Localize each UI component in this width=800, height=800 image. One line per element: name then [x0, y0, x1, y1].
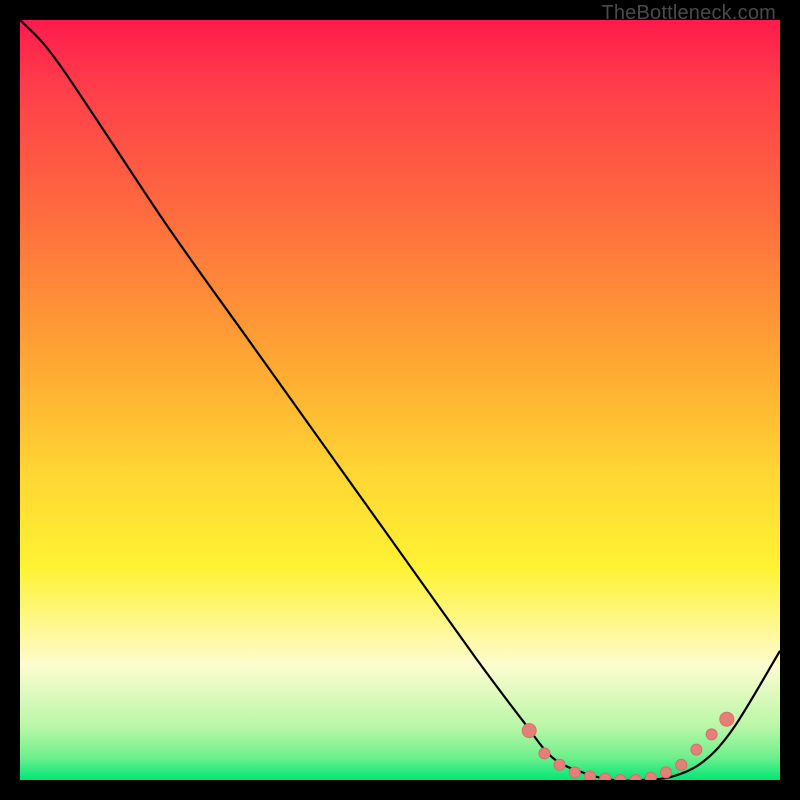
highlight-marker — [554, 759, 565, 770]
curve-svg — [20, 20, 780, 780]
highlight-marker — [630, 775, 641, 781]
highlight-markers-group — [522, 712, 734, 780]
highlight-marker — [706, 729, 717, 740]
highlight-marker — [615, 775, 626, 781]
highlight-marker — [539, 748, 550, 759]
highlight-marker — [600, 773, 611, 780]
highlight-marker — [645, 772, 656, 780]
highlight-marker — [522, 724, 536, 738]
highlight-marker — [585, 771, 596, 780]
highlight-marker — [569, 767, 580, 778]
highlight-marker — [720, 712, 734, 726]
highlight-marker — [691, 744, 702, 755]
highlight-marker — [661, 767, 672, 778]
bottleneck-curve-line — [20, 20, 780, 780]
plot-area — [20, 20, 780, 780]
chart-frame: TheBottleneck.com — [0, 0, 800, 800]
highlight-marker — [676, 759, 687, 770]
